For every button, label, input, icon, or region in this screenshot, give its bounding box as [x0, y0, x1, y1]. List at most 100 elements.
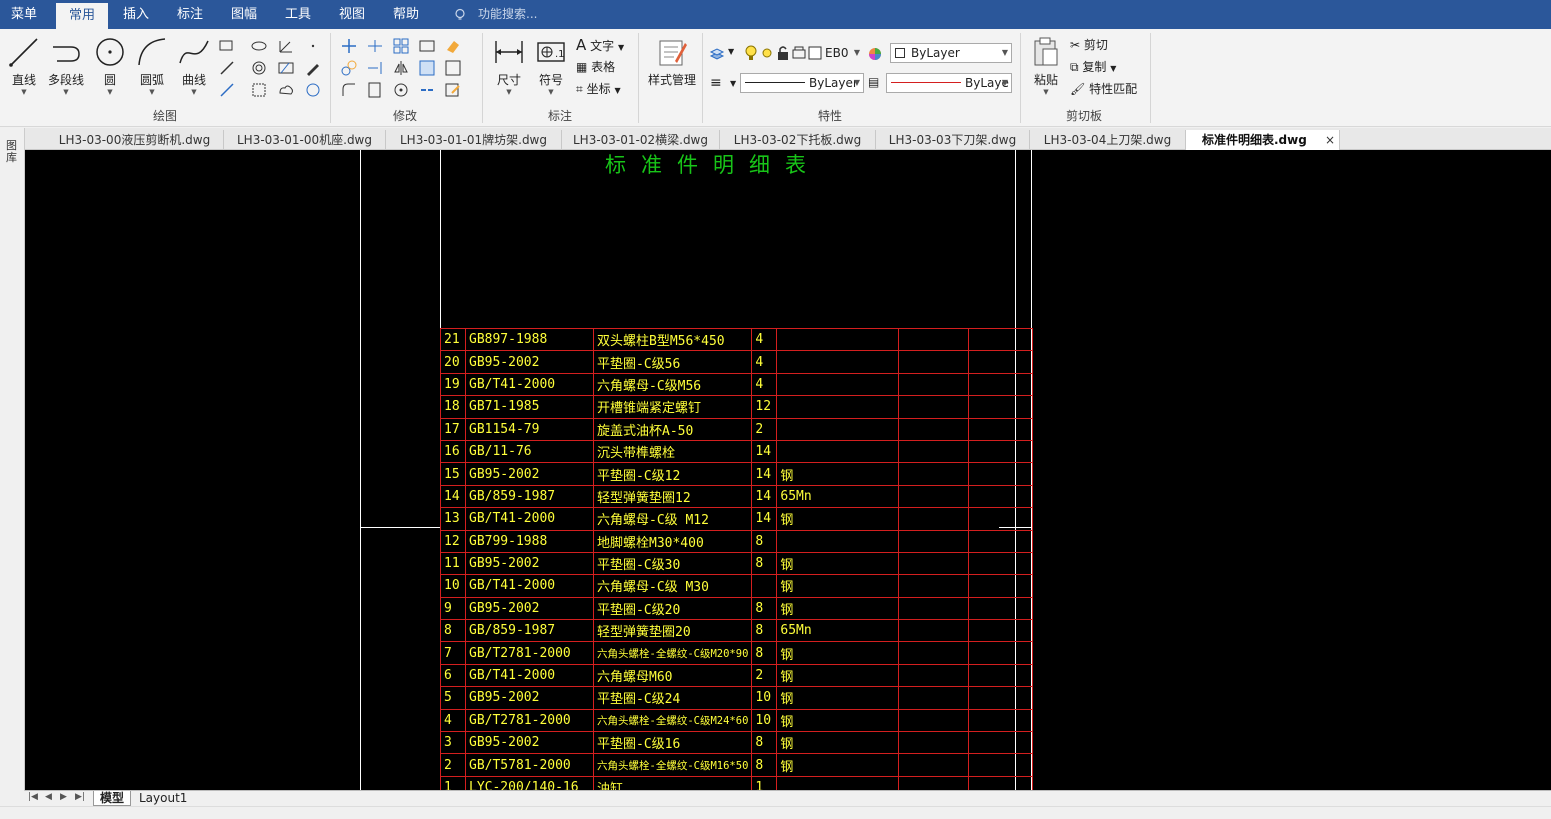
table-cell: 六角螺母-C级 M12 — [592, 507, 753, 531]
properties-edit-icon[interactable] — [444, 81, 462, 99]
border-line — [440, 150, 441, 328]
region-icon[interactable] — [250, 81, 268, 99]
tab-document[interactable]: LH3-03-00液压剪断机.dwg — [46, 130, 224, 150]
curve-label: 曲线 — [181, 73, 206, 87]
construction-line-icon[interactable] — [277, 37, 295, 55]
circle-button[interactable]: 圆 ▼ — [90, 33, 130, 99]
group-divider — [1020, 33, 1021, 123]
layer-properties-icon[interactable] — [708, 44, 726, 62]
chevron-down-icon: ▼ — [506, 88, 512, 96]
ellipse-icon[interactable] — [250, 37, 268, 55]
close-icon[interactable]: × — [1325, 130, 1335, 150]
tab-document[interactable]: LH3-03-03下刀架.dwg — [876, 130, 1030, 150]
style-manager-button[interactable]: 样式管理 — [644, 33, 700, 99]
menu-tab-help[interactable]: 帮助 — [382, 0, 430, 29]
mirror-icon[interactable] — [392, 59, 410, 77]
table-cell — [968, 551, 1034, 576]
layer-select[interactable]: EB0 ▼ — [821, 44, 863, 64]
ray-icon[interactable] — [218, 81, 236, 99]
color-select[interactable]: ByLayer ▼ — [890, 43, 1012, 63]
arc-button[interactable]: 圆弧 ▼ — [132, 33, 172, 99]
point-icon[interactable] — [304, 37, 322, 55]
table-row: 2 GB/T5781-2000 六角头螺栓-全螺纹-C级M16*50 8 钢 — [440, 753, 1034, 777]
tab-document[interactable]: LH3-03-01-02横梁.dwg — [562, 130, 720, 150]
coordinate-button[interactable]: ⌗ 坐标 ▼ — [576, 80, 621, 97]
menu-tab-view[interactable]: 视图 — [328, 0, 376, 29]
tab-document-active[interactable]: 标准件明细表.dwg × — [1186, 130, 1340, 150]
tab-document[interactable]: LH3-03-01-01牌坊架.dwg — [386, 130, 562, 150]
table-button[interactable]: ▦ 表格 — [576, 58, 615, 75]
erase-icon[interactable] — [444, 37, 462, 55]
menu-tab-home[interactable]: 常用 — [56, 3, 108, 29]
menu-tab-tools[interactable]: 工具 — [274, 0, 322, 29]
rectangle-icon[interactable] — [218, 37, 236, 55]
list-icon[interactable]: ≡ — [710, 75, 722, 91]
table-cell: 六角螺母-C级 M30 — [592, 574, 753, 598]
stretch-icon[interactable] — [418, 37, 436, 55]
scale-icon[interactable] — [418, 59, 436, 77]
feature-search-input[interactable]: 功能搜索... — [478, 0, 537, 29]
tab-document[interactable]: LH3-03-01-00机座.dwg — [224, 130, 386, 150]
table-row: 10 GB/T41-2000 六角螺母-C级 M30 钢 — [440, 574, 1034, 598]
table-cell: 地脚螺栓M30*400 — [592, 529, 753, 553]
table-cell: 2 — [751, 663, 778, 688]
polyline-icon — [53, 46, 80, 62]
linetype-select[interactable]: ByLayer ▼ — [740, 73, 864, 93]
tab-document[interactable]: LH3-03-02下托板.dwg — [720, 130, 876, 150]
menu-tab-insert[interactable]: 插入 — [112, 0, 160, 29]
lineweight-select[interactable]: ByLaye ▼ — [886, 73, 1012, 93]
next-layout-icon[interactable]: ▶ — [60, 792, 67, 802]
fillet-icon[interactable] — [340, 81, 358, 99]
xline-icon[interactable] — [218, 59, 236, 77]
donut-icon[interactable] — [250, 59, 268, 77]
revision-cloud-icon[interactable] — [277, 81, 295, 99]
table-cell — [898, 327, 970, 352]
cut-button[interactable]: ✂ 剪切 — [1070, 36, 1108, 53]
curve-button[interactable]: 曲线 ▼ — [174, 33, 214, 99]
first-layout-icon[interactable]: |◀ — [28, 792, 38, 802]
menu-tab-frame[interactable]: 图幅 — [220, 0, 268, 29]
menu-tab-annotate[interactable]: 标注 — [166, 0, 214, 29]
table-cell: 18 — [440, 395, 466, 419]
match-properties-button[interactable]: 🖌 特性匹配 — [1070, 80, 1137, 97]
gallery-panel-toggle[interactable]: 图库 — [6, 140, 18, 164]
table-cell: 平垫圈-C级30 — [592, 551, 753, 576]
menu-item-menu[interactable]: 菜单 — [0, 0, 48, 29]
move-icon[interactable] — [340, 37, 358, 55]
wipeout-icon[interactable] — [304, 81, 322, 99]
tab-document[interactable]: LH3-03-04上刀架.dwg — [1030, 130, 1186, 150]
last-layout-icon[interactable]: ▶| — [75, 792, 85, 802]
table-row: 13 GB/T41-2000 六角螺母-C级 M12 14 钢 — [440, 507, 1034, 531]
tab-layout1[interactable]: Layout1 — [133, 791, 193, 806]
chevron-down-icon[interactable]: ▼ — [728, 47, 734, 56]
drawing-canvas[interactable]: 标准件明细表 21 GB897-1988 双头螺柱B型M56*450 4 20 GB95-… — [25, 150, 1551, 790]
tab-model[interactable]: 模型 — [93, 791, 132, 806]
join-icon[interactable] — [418, 81, 436, 99]
dimension-button[interactable]: 尺寸 ▼ — [489, 33, 529, 99]
table-cell: 5 — [440, 686, 466, 710]
chevron-down-icon[interactable]: ▼ — [730, 79, 736, 88]
text-button[interactable]: A 文字 ▼ — [576, 36, 624, 54]
array-icon[interactable] — [392, 37, 410, 55]
extend-icon[interactable] — [366, 59, 384, 77]
trim-icon[interactable] — [366, 37, 384, 55]
table-cell — [968, 529, 1034, 553]
pen-icon[interactable] — [304, 59, 322, 77]
offset-icon[interactable] — [444, 59, 462, 77]
line-button[interactable]: 直线 ▼ — [4, 33, 44, 99]
prev-layout-icon[interactable]: ◀ — [45, 792, 52, 802]
color-wheel-icon[interactable] — [866, 45, 884, 63]
table-cell: 6 — [440, 663, 466, 688]
hatch-icon[interactable] — [277, 59, 295, 77]
copy-object-icon[interactable] — [340, 59, 358, 77]
explode-icon[interactable] — [366, 81, 384, 99]
paste-button[interactable]: 粘贴 ▼ — [1026, 33, 1066, 99]
copy-button[interactable]: ⧉ 复制 ▼ — [1070, 58, 1116, 75]
table-cell: 11 — [440, 551, 466, 576]
polyline-button[interactable]: 多段线 ▼ — [46, 33, 86, 99]
symbol-button[interactable]: .1 符号 ▼ — [531, 33, 571, 99]
table-cell: 7 — [440, 641, 466, 665]
lineweight-icon[interactable]: ▤ — [868, 75, 879, 89]
rotate-icon[interactable] — [392, 81, 410, 99]
table-cell: 10 — [751, 686, 778, 710]
